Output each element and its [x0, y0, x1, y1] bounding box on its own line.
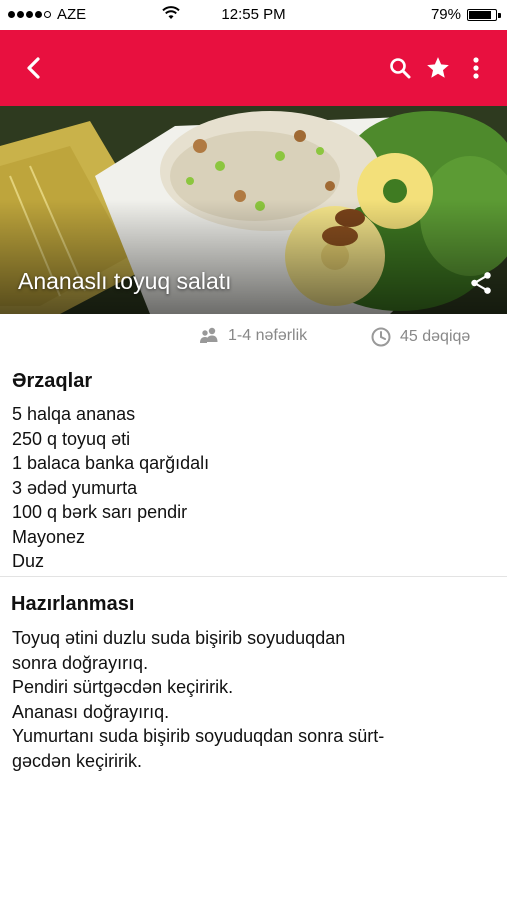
ingredient-item: 100 q bərk sarı pendir [12, 502, 188, 522]
back-button[interactable] [16, 30, 52, 106]
ingredient-item: Mayonez [12, 526, 86, 547]
preparation-line: Toyuq ətini duzlu suda bişirib soyuduqda… [12, 628, 346, 648]
preparation-line: Ananası doğrayırıq. [12, 701, 170, 722]
more-vert-icon [473, 57, 479, 79]
battery-percent: 79% [430, 6, 461, 23]
preparation-line: Yumurtanı suda bişirib soyuduqdan sonra … [12, 726, 385, 746]
ingredient-item: 3 ədəd yumurta [12, 477, 138, 498]
people-icon [200, 327, 218, 343]
duration: 45 dəqiqə [370, 326, 470, 348]
servings-text: 1-4 nəfərlik [228, 327, 308, 344]
favorite-button[interactable] [422, 30, 454, 106]
ingredients-list: 5 halqa ananas 250 q toyuq əti 1 balaca … [12, 402, 209, 574]
share-icon [471, 272, 491, 294]
servings: 1-4 nəfərlik [198, 326, 307, 346]
preparation-heading: Hazırlanması [11, 593, 135, 615]
recipe-title: Ananaslı toyuq salatı [18, 268, 232, 294]
duration-text: 45 dəqiqə [400, 328, 471, 345]
battery-icon [467, 8, 501, 21]
ingredient-item: 250 q toyuq əti [12, 428, 131, 449]
star-icon [427, 57, 449, 78]
ingredients-heading: Ərzaqlar [12, 370, 93, 392]
preparation-line: sonra doğrayırıq. [12, 652, 149, 673]
recipe-meta: 1-4 nəfərlik 45 dəqiqə [0, 314, 507, 358]
section-divider [0, 576, 507, 577]
app-bar [0, 30, 507, 106]
preparation-line: Pendiri sürtgəcdən keçiririk. [12, 677, 234, 697]
more-options-button[interactable] [460, 30, 492, 106]
preparation-line: gəcdən keçiririk. [12, 750, 143, 771]
search-icon [390, 58, 411, 79]
share-button[interactable] [468, 270, 494, 296]
search-button[interactable] [384, 30, 416, 106]
ingredient-item: 5 halqa ananas [12, 404, 136, 424]
ingredient-item: 1 balaca banka qarğıdalı [12, 453, 210, 473]
ingredient-item: Duz [12, 551, 45, 571]
preparation-text: Toyuq ətini duzlu suda bişirib soyuduqda… [12, 626, 384, 773]
back-arrow-icon [27, 57, 40, 79]
clock-icon [371, 327, 391, 347]
status-bar: AZE 12:55 PM 79% [0, 0, 507, 30]
